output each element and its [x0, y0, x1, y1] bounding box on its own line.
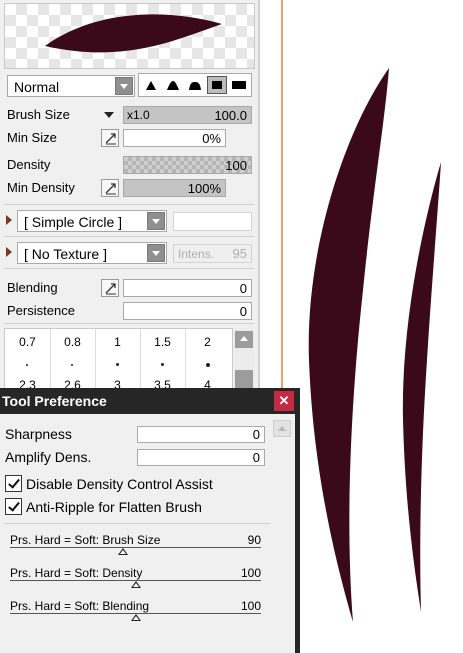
- slider-brush-size-label: Prs. Hard = Soft: Brush Size: [10, 533, 161, 547]
- close-icon[interactable]: ✕: [274, 391, 294, 411]
- min-size-label: Min Size: [7, 130, 57, 145]
- min-density-pressure-button[interactable]: [101, 179, 119, 197]
- blending-value: 0: [239, 281, 247, 296]
- scroll-up-icon[interactable]: [273, 420, 291, 437]
- sharpness-label: Sharpness: [5, 426, 72, 442]
- dialog-titlebar[interactable]: Tool Preference ✕: [0, 388, 300, 414]
- slider-density-label: Prs. Hard = Soft: Density: [10, 566, 143, 580]
- size-preview-dot: [161, 363, 164, 366]
- slider-blending-value: 100: [240, 599, 261, 613]
- brush-shape-value: [ Simple Circle ]: [24, 214, 123, 230]
- blending-pressure-button[interactable]: [101, 279, 119, 297]
- slider-brush-size-value: 90: [247, 533, 261, 547]
- size-preset-cell[interactable]: 1: [95, 335, 140, 349]
- size-preset-cell[interactable]: 1.5: [140, 335, 185, 349]
- brush-size-value: 100.0: [214, 108, 247, 123]
- density-label: Density: [7, 157, 51, 172]
- dialog-scrollbar[interactable]: [272, 418, 292, 653]
- brush-size-multiplier[interactable]: x1.0: [127, 108, 150, 122]
- brush-size-label: Brush Size: [7, 107, 70, 122]
- pressure-icon: [105, 283, 116, 295]
- blending-label: Blending: [7, 280, 58, 295]
- amplify-density-value: 0: [252, 450, 260, 465]
- slider-brush-size-track[interactable]: [10, 547, 261, 548]
- min-density-label: Min Density: [7, 180, 75, 195]
- slider-density-value: 100: [240, 566, 261, 580]
- brush-stroke: [308, 68, 389, 622]
- tool-preference-dialog: Tool Preference ✕ Sharpness 0 Amplify De…: [0, 388, 300, 653]
- blend-mode-value: Normal: [14, 79, 60, 95]
- tip-shape-flat-button[interactable]: [229, 76, 249, 94]
- canvas-strokes: [308, 68, 441, 622]
- anti-ripple-label[interactable]: Anti-Ripple for Flatten Brush: [26, 499, 202, 515]
- scrollbar-thumb[interactable]: [235, 370, 253, 390]
- section-divider: [4, 204, 254, 205]
- anti-ripple-checkbox[interactable]: [5, 498, 22, 515]
- density-field[interactable]: 100: [123, 156, 252, 174]
- texture-select[interactable]: [ No Texture ]: [17, 242, 167, 264]
- dropdown-arrow-icon[interactable]: [147, 212, 165, 230]
- amplify-density-field[interactable]: 0: [137, 449, 265, 466]
- pressure-icon: [105, 183, 116, 195]
- slider-blending-thumb[interactable]: [130, 614, 141, 621]
- brush-size-menu-arrow-icon[interactable]: [104, 111, 114, 119]
- blending-field[interactable]: 0: [123, 279, 252, 297]
- section-divider: [4, 323, 254, 324]
- brush-size-field[interactable]: x1.0 100.0: [123, 106, 252, 124]
- sharpness-value: 0: [252, 427, 260, 442]
- min-size-field[interactable]: 0%: [123, 129, 226, 147]
- disable-density-checkbox[interactable]: [5, 475, 22, 492]
- slider-blending-label: Prs. Hard = Soft: Blending: [10, 599, 150, 613]
- dropdown-arrow-icon[interactable]: [115, 77, 133, 95]
- expand-arrow-icon[interactable]: [6, 247, 12, 257]
- min-density-field[interactable]: 100%: [123, 179, 226, 197]
- section-divider: [4, 523, 270, 524]
- min-size-pressure-button[interactable]: [101, 129, 119, 147]
- scroll-up-icon[interactable]: [235, 331, 253, 348]
- slider-brush-size-thumb[interactable]: [117, 548, 128, 555]
- pressure-icon: [105, 133, 116, 145]
- stroke-preview-shape: [45, 14, 222, 53]
- tip-shape-square-button[interactable]: [207, 76, 227, 94]
- sharpness-field[interactable]: 0: [137, 426, 265, 443]
- disable-density-label[interactable]: Disable Density Control Assist: [26, 476, 213, 492]
- section-divider: [4, 236, 254, 237]
- dialog-body: Sharpness 0 Amplify Dens. 0 Disable Dens…: [0, 414, 295, 653]
- size-preset-cell[interactable]: 0.8: [50, 335, 95, 349]
- texture-intensity-value: 95: [232, 246, 247, 261]
- dropdown-arrow-icon[interactable]: [147, 244, 165, 262]
- size-preview-dot: [26, 364, 28, 366]
- size-preset-cell[interactable]: 2: [185, 335, 230, 349]
- expand-arrow-icon[interactable]: [6, 215, 12, 225]
- persistence-label: Persistence: [7, 303, 75, 318]
- section-divider: [4, 268, 254, 269]
- preview-stroke: [45, 14, 222, 53]
- brush-shape-select[interactable]: [ Simple Circle ]: [17, 210, 167, 232]
- texture-value: [ No Texture ]: [24, 246, 108, 262]
- texture-intensity-field: Intens. 95: [173, 244, 252, 263]
- size-preset-cell[interactable]: 0.7: [5, 335, 50, 349]
- brush-stroke-preview: [4, 3, 255, 69]
- tip-shape-tapered-1-button[interactable]: [141, 76, 161, 94]
- min-density-value: 100%: [187, 181, 221, 196]
- amplify-density-label: Amplify Dens.: [5, 449, 92, 465]
- density-value: 100: [225, 158, 247, 173]
- brush-shape-extra-field[interactable]: [173, 212, 252, 231]
- blend-mode-select[interactable]: Normal: [7, 75, 135, 97]
- persistence-value: 0: [239, 304, 247, 319]
- size-preview-dot: [206, 363, 210, 367]
- slider-density-thumb[interactable]: [130, 581, 141, 588]
- brush-stroke: [402, 162, 441, 612]
- texture-intensity-label: Intens.: [178, 247, 215, 261]
- tip-shape-tapered-2-button[interactable]: [163, 76, 183, 94]
- min-size-value: 0%: [202, 131, 221, 146]
- brush-size-preset-grid: 0.7 0.8 1 1.5 2 2.3 2.6 3 3.5 4: [4, 328, 233, 390]
- dialog-title: Tool Preference: [2, 393, 107, 409]
- tip-shape-tapered-3-button[interactable]: [185, 76, 205, 94]
- brush-tip-shape-selector: [138, 73, 252, 97]
- drawing-canvas[interactable]: [283, 0, 463, 653]
- persistence-field[interactable]: 0: [123, 302, 252, 320]
- size-preview-dot: [116, 363, 119, 366]
- size-preview-dot: [71, 364, 73, 366]
